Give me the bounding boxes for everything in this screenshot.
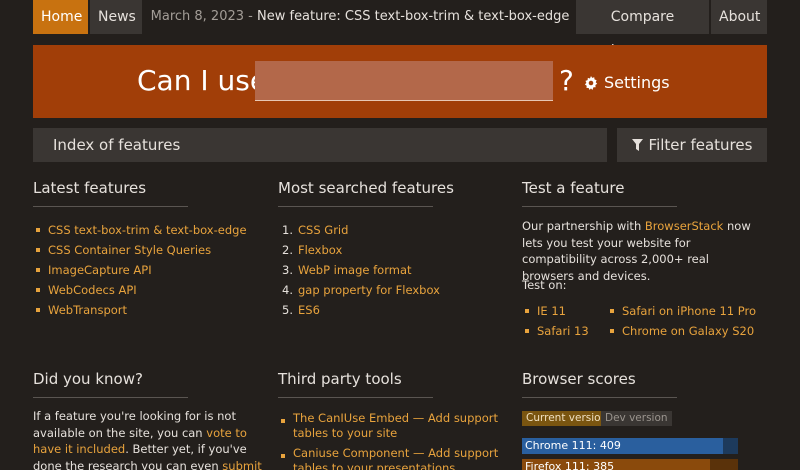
test-browser-link[interactable]: Safari 13: [537, 324, 589, 338]
most-searched-list: 1. CSS Grid 2. Flexbox 3. WebP image format…: [282, 220, 440, 320]
list-item: IE 11: [522, 301, 589, 321]
test-browser-link[interactable]: Safari on iPhone 11 Pro: [622, 304, 756, 318]
top-nav: Home News March 8, 2023 - New feature: C…: [0, 0, 800, 59]
rank-number: 2.: [282, 243, 293, 257]
gear-icon: [584, 76, 598, 90]
rank-number: 5.: [282, 303, 293, 317]
list-item: The CanIUse Embed — Add support tables t…: [278, 411, 508, 441]
search-banner: Can I use ? Settings: [33, 45, 767, 118]
current-version-toggle[interactable]: Current version: [522, 411, 612, 426]
most-searched-link[interactable]: gap property for Flexbox: [298, 283, 440, 297]
list-item: WebTransport: [33, 300, 247, 320]
list-item: Chrome on Galaxy S20: [607, 321, 756, 341]
latest-feature-link[interactable]: CSS text-box-trim & text-box-edge: [48, 223, 247, 237]
nav-compare-browsers-link[interactable]: Compare browsers: [576, 0, 709, 59]
list-item: ImageCapture API: [33, 260, 247, 280]
browser-scores-heading: Browser scores: [522, 370, 677, 398]
test-feature-heading: Test a feature: [522, 179, 677, 207]
list-item: Caniuse Component — Add support tables t…: [278, 446, 508, 470]
news-headline[interactable]: March 8, 2023 - New feature: CSS text-bo…: [150, 0, 570, 34]
list-item: Safari 13: [522, 321, 589, 341]
search-question-mark: ?: [559, 64, 574, 97]
test-feature-description: Our partnership with BrowserStack now le…: [522, 218, 762, 284]
test-browsers-list-1: IE 11 Safari 13: [522, 301, 589, 341]
list-item: 3. WebP image format: [282, 260, 440, 280]
test-browser-link[interactable]: Chrome on Galaxy S20: [622, 324, 754, 338]
third-party-tool-link[interactable]: The CanIUse Embed — Add support tables t…: [293, 411, 498, 440]
list-item: 2. Flexbox: [282, 240, 440, 260]
latest-features-list: CSS text-box-trim & text-box-edge CSS Co…: [33, 220, 247, 320]
news-date: March 8, 2023: [150, 9, 245, 24]
did-you-know-text: If a feature you're looking for is not a…: [33, 408, 269, 470]
third-party-tools-list: The CanIUse Embed — Add support tables t…: [278, 411, 508, 470]
settings-label: Settings: [604, 73, 670, 92]
most-searched-link[interactable]: Flexbox: [298, 243, 342, 257]
most-searched-link[interactable]: WebP image format: [298, 263, 412, 277]
did-you-know-heading: Did you know?: [33, 370, 188, 398]
rank-number: 1.: [282, 223, 293, 237]
test-browsers-list-2: Safari on iPhone 11 Pro Chrome on Galaxy…: [607, 301, 756, 341]
firefox-score-label: Firefox 111: 385: [525, 460, 615, 470]
latest-feature-link[interactable]: CSS Container Style Queries: [48, 243, 211, 257]
settings-button[interactable]: Settings: [584, 73, 670, 93]
most-searched-heading: Most searched features: [278, 179, 454, 207]
browserstack-link[interactable]: BrowserStack: [645, 219, 723, 233]
test-text-before: Our partnership with: [522, 219, 645, 233]
index-of-features-button[interactable]: Index of features: [33, 128, 607, 162]
latest-feature-link[interactable]: WebCodecs API: [48, 283, 137, 297]
test-on-label: Test on:: [522, 278, 567, 292]
third-party-tool-link[interactable]: Caniuse Component — Add support tables t…: [293, 446, 498, 470]
news-text[interactable]: New feature: CSS text-box-trim & text-bo…: [257, 9, 569, 24]
list-item: 5. ES6: [282, 300, 440, 320]
chrome-score-bar[interactable]: Chrome 111: 409: [522, 438, 738, 454]
most-searched-link[interactable]: ES6: [298, 303, 320, 317]
chrome-score-label: Chrome 111: 409: [525, 439, 621, 452]
rank-number: 4.: [282, 283, 293, 297]
nav-about-link[interactable]: About: [711, 0, 767, 34]
list-item: WebCodecs API: [33, 280, 247, 300]
most-searched-link[interactable]: CSS Grid: [298, 223, 348, 237]
third-party-tools-heading: Third party tools: [278, 370, 433, 398]
site-title: Can I use: [137, 64, 268, 97]
news-separator: -: [244, 9, 257, 24]
list-item: 4. gap property for Flexbox: [282, 280, 440, 300]
list-item: 1. CSS Grid: [282, 220, 440, 240]
rank-number: 3.: [282, 263, 293, 277]
test-browser-link[interactable]: IE 11: [537, 304, 566, 318]
nav-home-link[interactable]: Home: [33, 0, 88, 34]
filter-features-button[interactable]: Filter features: [617, 128, 767, 162]
nav-news-link[interactable]: News: [90, 0, 142, 34]
filter-features-label: Filter features: [648, 136, 753, 154]
latest-features-heading: Latest features: [33, 179, 188, 207]
latest-feature-link[interactable]: ImageCapture API: [48, 263, 152, 277]
firefox-score-bar[interactable]: Firefox 111: 385: [522, 459, 738, 470]
list-item: Safari on iPhone 11 Pro: [607, 301, 756, 321]
dev-version-toggle[interactable]: Dev version: [601, 411, 672, 426]
latest-feature-link[interactable]: WebTransport: [48, 303, 127, 317]
list-item: CSS text-box-trim & text-box-edge: [33, 220, 247, 240]
list-item: CSS Container Style Queries: [33, 240, 247, 260]
filter-icon: [631, 139, 643, 151]
search-input[interactable]: [255, 61, 553, 101]
